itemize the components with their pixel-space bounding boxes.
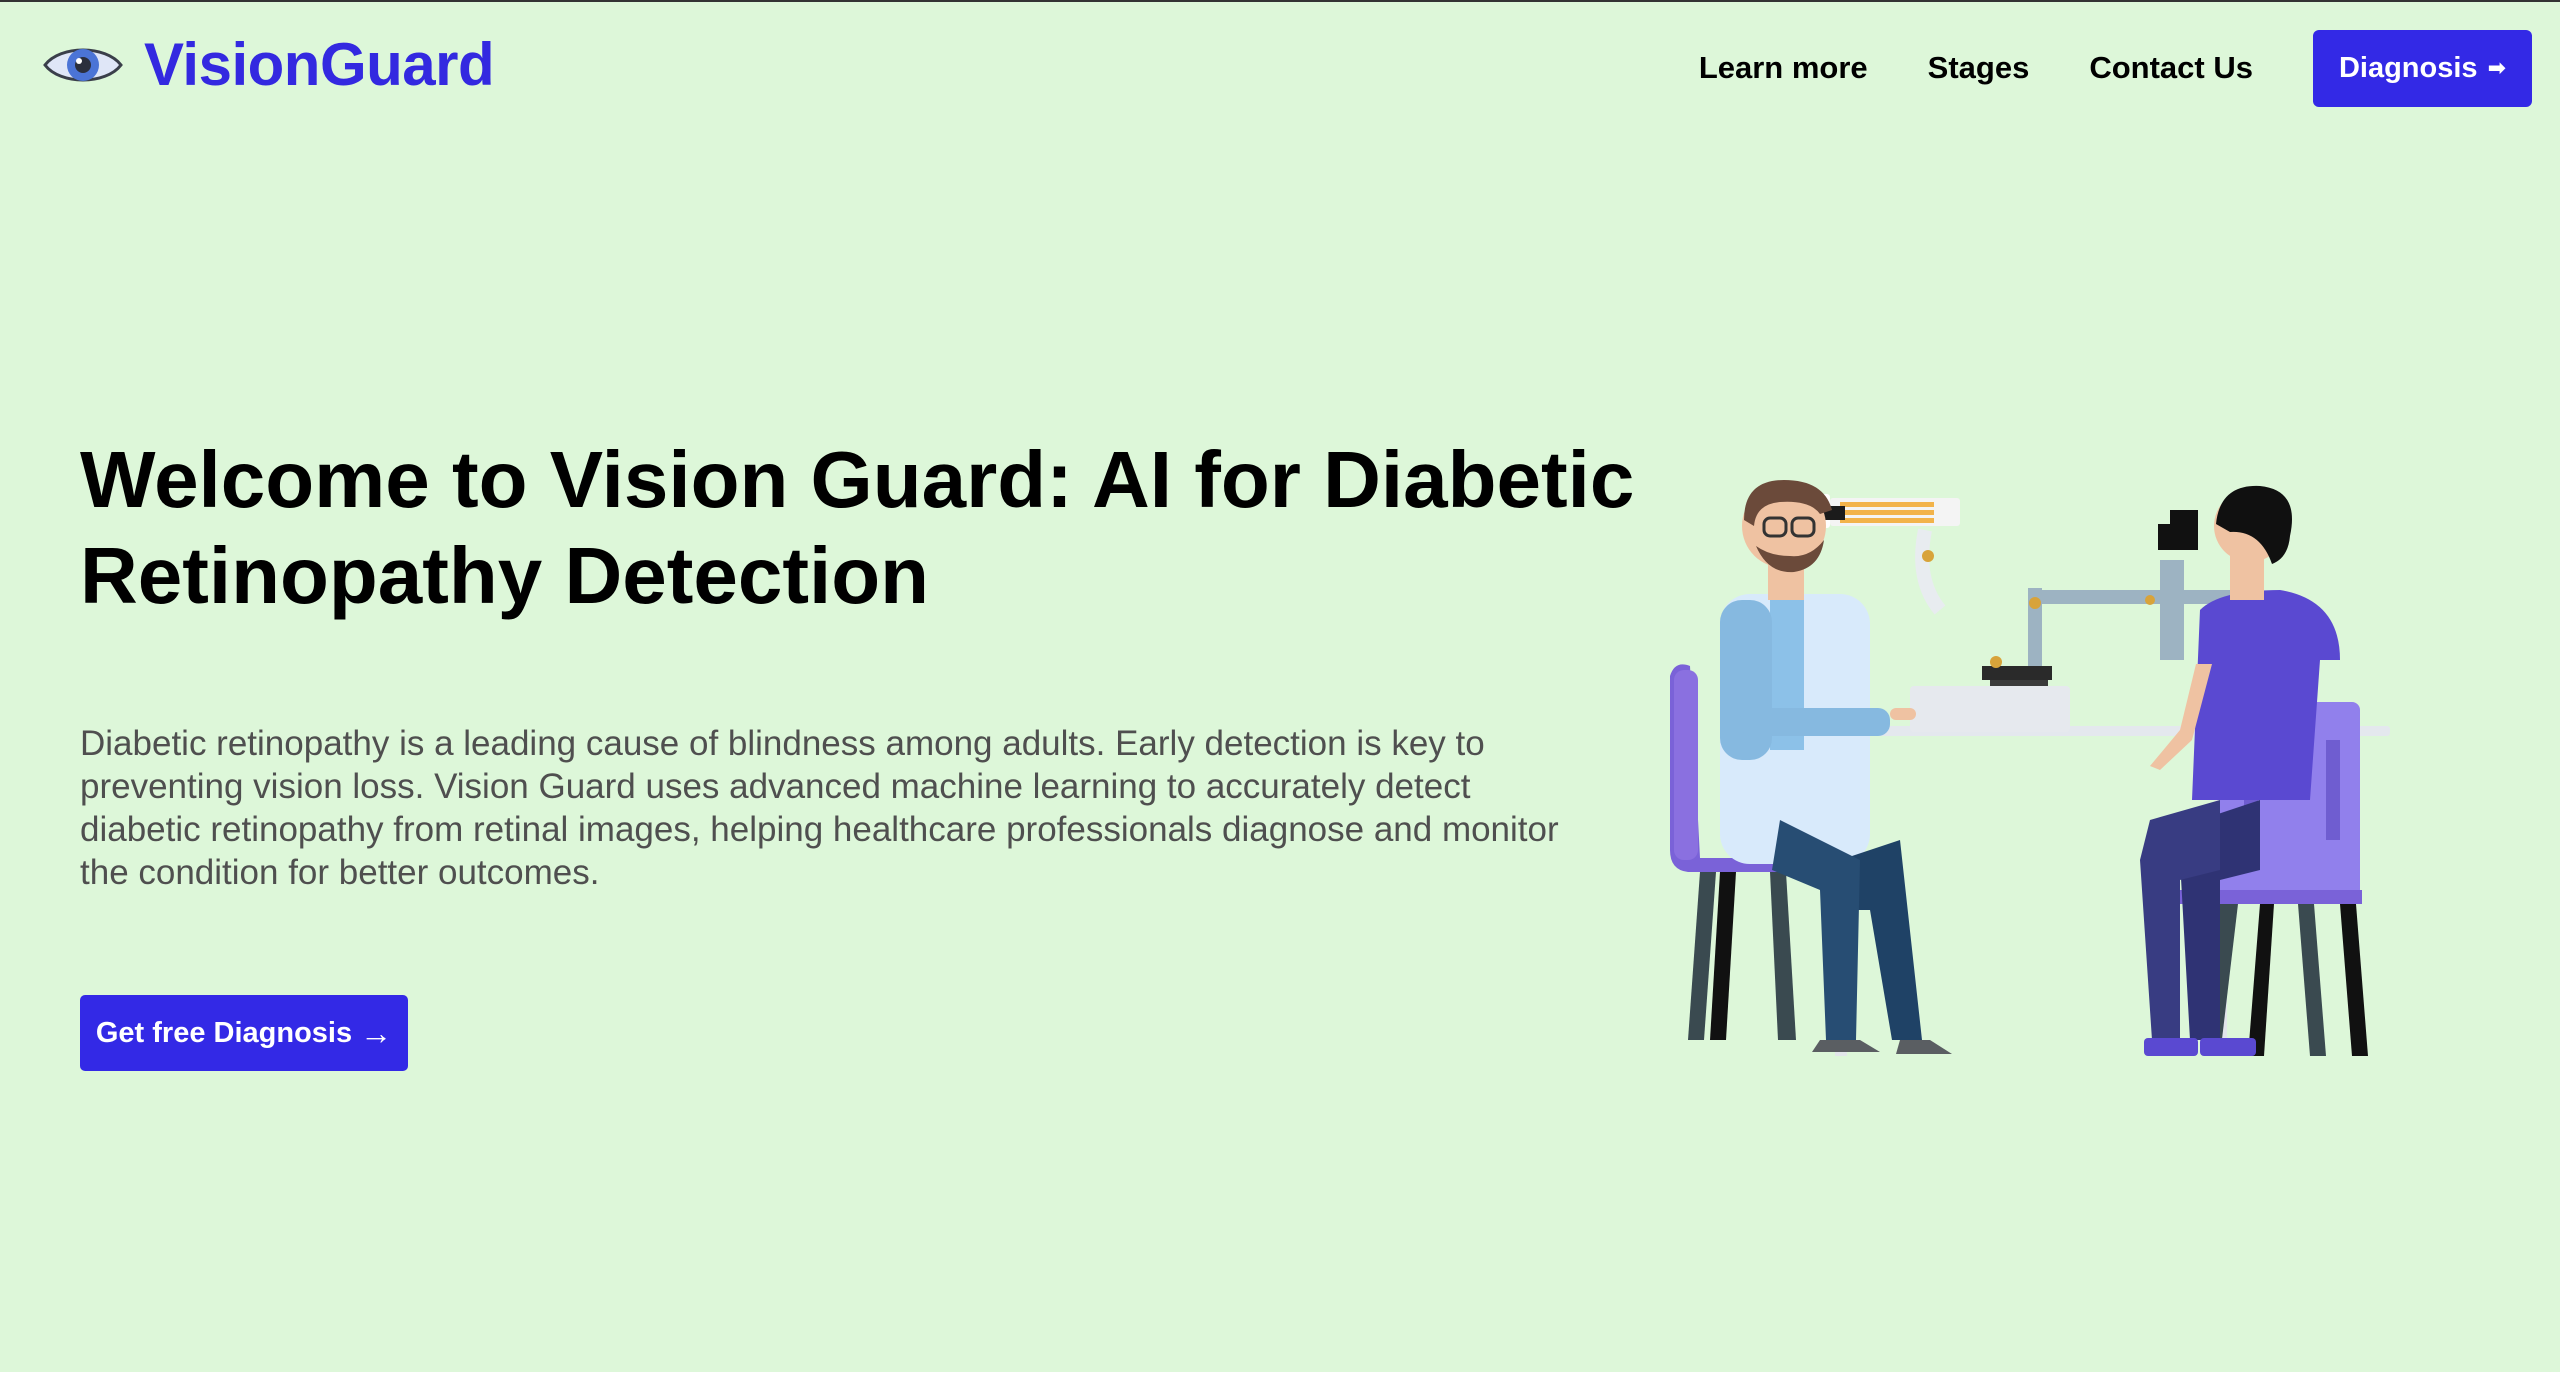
arrow-right-icon: ➡ [2487,55,2506,80]
nav-stages[interactable]: Stages [1928,28,2030,108]
diagnosis-button[interactable]: Diagnosis ➡ [2312,29,2532,107]
footer-edge [0,1372,2560,1376]
cta-label: Get free Diagnosis [95,1016,353,1049]
eye-icon [43,48,123,81]
nav-learn-more[interactable]: Learn more [1699,28,1868,108]
diagnosis-button-label: Diagnosis [2338,51,2478,84]
nav-contact-us[interactable]: Contact Us [2089,28,2253,108]
eye-exam-illustration [1670,480,2390,1056]
hero-title: Welcome to Vision Guard: AI for Diabetic… [80,435,1635,620]
site-header: VisionGuard Learn more Stages Contact Us… [0,0,2560,140]
arrow-right-icon: → [360,1014,393,1051]
brand-logo[interactable]: VisionGuard [42,30,495,99]
main-nav: Learn more Stages Contact Us Diagnosis ➡ [1699,28,2532,108]
get-free-diagnosis-button[interactable]: Get free Diagnosis → [80,995,408,1071]
hero-description: Diabetic retinopathy is a leading cause … [80,724,1559,892]
brand-name: VisionGuard [144,31,495,98]
